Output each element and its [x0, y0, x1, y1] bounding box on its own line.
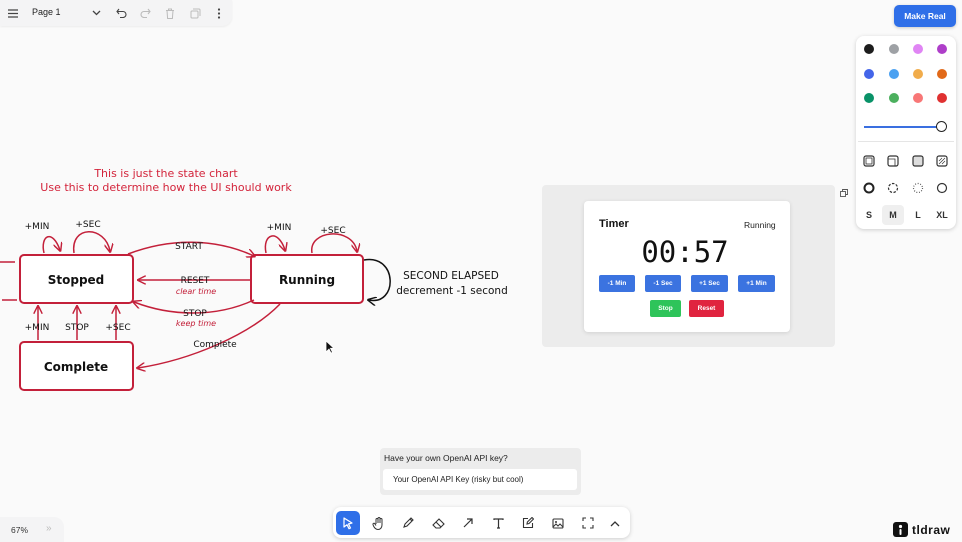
- panel-divider: [858, 141, 954, 142]
- tldraw-logo-icon: [893, 522, 908, 537]
- zoom-level[interactable]: 67%: [11, 525, 28, 535]
- start-label: START: [175, 242, 203, 252]
- chevron-up-icon[interactable]: [603, 511, 627, 535]
- reset-button[interactable]: Reset: [689, 300, 724, 317]
- size-m-button[interactable]: M: [883, 210, 903, 220]
- frame-icon[interactable]: [576, 511, 600, 535]
- dash-solid-icon[interactable]: [936, 182, 948, 194]
- menu-icon[interactable]: [4, 5, 22, 21]
- stopped-sec-label: +SEC: [75, 220, 100, 230]
- color-swatch[interactable]: [889, 44, 899, 54]
- opacity-slider-track[interactable]: [864, 126, 942, 128]
- plus-min-button[interactable]: +1 Min: [738, 275, 775, 292]
- top-menu-bar: Page 1: [0, 0, 232, 26]
- color-swatch[interactable]: [937, 69, 947, 79]
- make-real-button[interactable]: Make Real: [894, 5, 956, 27]
- stopped-min-loop: [42, 236, 60, 253]
- api-key-label: Have your own OpenAI API key?: [384, 453, 508, 463]
- color-swatch[interactable]: [937, 44, 947, 54]
- running-sec-loop: [311, 233, 357, 253]
- complete-transition-label: Complete: [193, 340, 237, 350]
- dash-dotted-icon[interactable]: [912, 182, 924, 194]
- pencil-icon[interactable]: [396, 511, 420, 535]
- running-sec-label: +SEC: [320, 226, 345, 236]
- reset-label: RESET: [181, 276, 210, 286]
- text-icon[interactable]: [486, 511, 510, 535]
- color-swatch[interactable]: [864, 44, 874, 54]
- complete-sec-label: +SEC: [105, 323, 130, 333]
- size-s-button[interactable]: S: [859, 210, 879, 220]
- reset-note: clear time: [176, 287, 216, 296]
- undo-icon[interactable]: [112, 5, 130, 21]
- logo-text: tldraw: [912, 522, 951, 537]
- running-min-label: +MIN: [267, 223, 292, 233]
- page-name[interactable]: Page 1: [32, 7, 61, 17]
- size-xl-button[interactable]: XL: [932, 210, 952, 220]
- running-min-loop: [264, 235, 285, 254]
- dash-draw-icon[interactable]: [863, 182, 875, 194]
- chevron-down-icon[interactable]: [87, 5, 105, 21]
- double-chevron-icon[interactable]: »: [46, 523, 52, 534]
- color-swatch[interactable]: [937, 93, 947, 103]
- color-swatch[interactable]: [889, 93, 899, 103]
- state-stopped-label: Stopped: [48, 273, 105, 287]
- timer-status: Running: [744, 220, 776, 230]
- arrow-icon[interactable]: [456, 511, 480, 535]
- second-elapsed-loop: [363, 258, 391, 301]
- state-running-label: Running: [279, 273, 335, 287]
- fill-pattern-icon[interactable]: [936, 155, 948, 167]
- note-icon[interactable]: [516, 511, 540, 535]
- note-line-2: Use this to determine how the UI should …: [40, 181, 292, 194]
- fill-semi-icon[interactable]: [887, 155, 899, 167]
- dash-dashed-icon[interactable]: [887, 182, 899, 194]
- complete-arrow: [138, 303, 281, 368]
- tldraw-logo[interactable]: tldraw: [893, 522, 950, 537]
- timer-title: Timer: [599, 218, 629, 230]
- minus-sec-button[interactable]: -1 Sec: [645, 275, 681, 292]
- note-line-1: This is just the state chart: [93, 167, 238, 180]
- color-swatch[interactable]: [913, 69, 923, 79]
- style-panel: [856, 36, 956, 229]
- mouse-cursor-icon: [325, 340, 335, 354]
- complete-min-label: +MIN: [25, 323, 50, 333]
- redo-icon[interactable]: [136, 5, 154, 21]
- trash-icon[interactable]: [161, 5, 179, 21]
- tool-bar: [333, 507, 630, 538]
- complete-stop-label: STOP: [65, 323, 89, 333]
- timer-display: 00:57: [641, 235, 729, 269]
- stopped-sec-loop: [73, 231, 110, 253]
- color-swatch[interactable]: [889, 69, 899, 79]
- copy-icon[interactable]: [840, 189, 848, 197]
- hand-icon[interactable]: [366, 511, 390, 535]
- stop-label: STOP: [183, 309, 207, 319]
- fill-none-icon[interactable]: [863, 155, 875, 167]
- api-key-input[interactable]: Your OpenAI API Key (risky but cool): [383, 469, 577, 490]
- decrement-label: decrement -1 second: [396, 285, 508, 297]
- second-elapsed-label: SECOND ELAPSED: [403, 270, 499, 282]
- fill-solid-icon[interactable]: [912, 155, 924, 167]
- opacity-slider-thumb[interactable]: [936, 121, 947, 132]
- duplicate-icon[interactable]: [186, 5, 204, 21]
- color-swatch[interactable]: [913, 93, 923, 103]
- eraser-icon[interactable]: [426, 511, 450, 535]
- select-icon[interactable]: [336, 511, 360, 535]
- state-complete-label: Complete: [44, 360, 108, 374]
- stop-button[interactable]: Stop: [650, 300, 681, 317]
- size-l-button[interactable]: L: [908, 210, 928, 220]
- color-swatch[interactable]: [864, 69, 874, 79]
- plus-sec-button[interactable]: +1 Sec: [691, 275, 728, 292]
- zoom-panel: 67% »: [0, 517, 64, 542]
- image-icon[interactable]: [546, 511, 570, 535]
- stopped-min-label: +MIN: [25, 222, 50, 232]
- color-swatch[interactable]: [913, 44, 923, 54]
- color-swatch[interactable]: [864, 93, 874, 103]
- state-chart: This is just the state chart Use this to…: [0, 167, 508, 391]
- more-icon[interactable]: [210, 5, 228, 21]
- stop-note: keep time: [176, 319, 216, 328]
- minus-min-button[interactable]: -1 Min: [599, 275, 635, 292]
